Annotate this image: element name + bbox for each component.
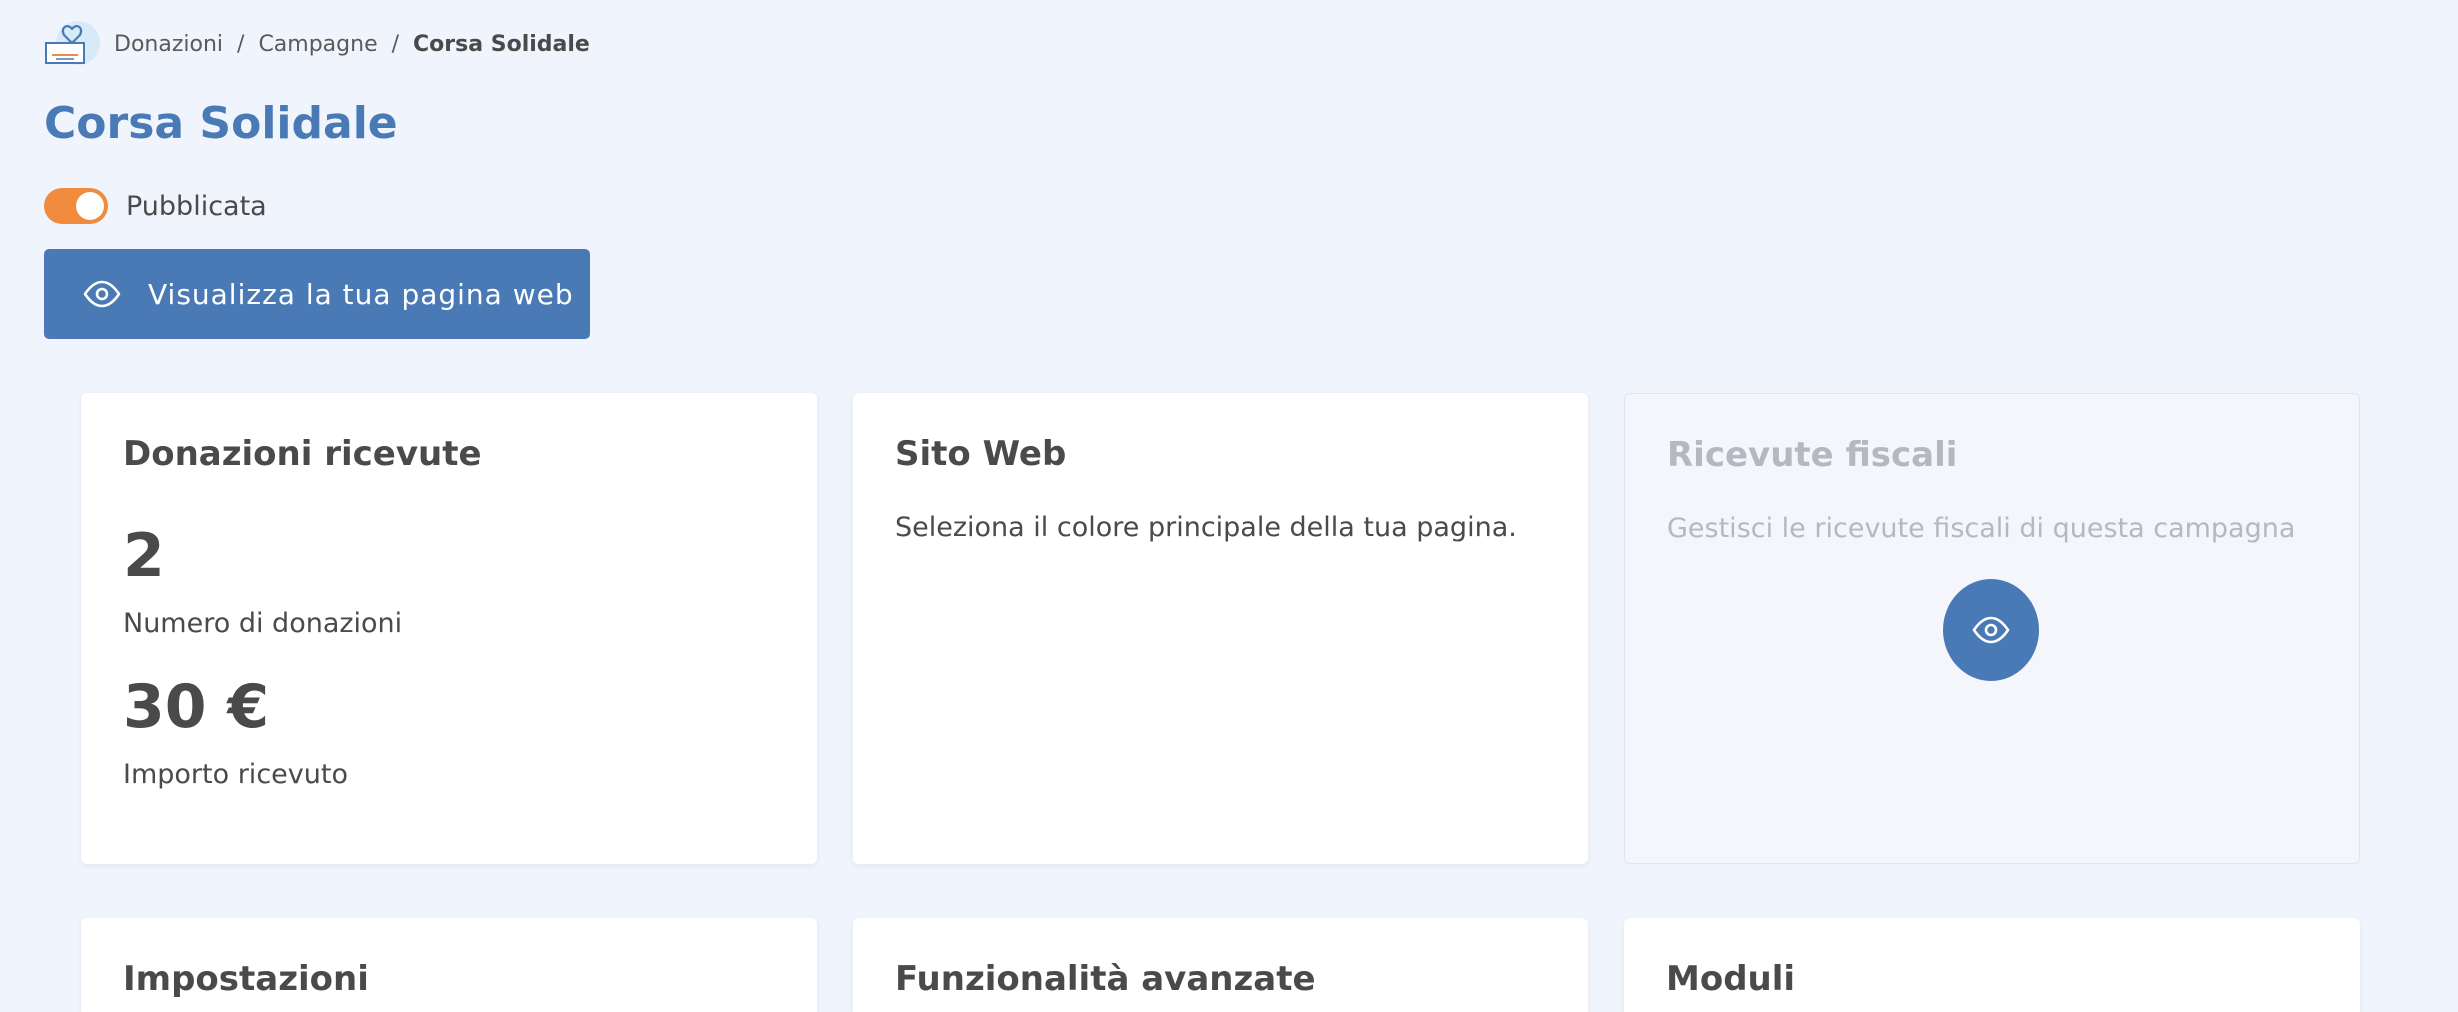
- website-card[interactable]: Sito Web Seleziona il colore principale …: [853, 393, 1588, 864]
- campaign-page: Donazioni / Campagne / Corsa Solidale Co…: [0, 0, 2458, 1012]
- publish-toggle[interactable]: [44, 188, 108, 224]
- donation-count-label: Numero di donazioni: [123, 607, 403, 639]
- toggle-knob: [76, 192, 104, 220]
- settings-card[interactable]: Impostazioni: [81, 918, 817, 1012]
- publish-label: Pubblicata: [126, 190, 267, 222]
- receipts-card-text: Gestisci le ricevute fiscali di questa c…: [1667, 512, 2296, 544]
- donation-amount-value: 30 €: [123, 671, 270, 742]
- modules-card[interactable]: Moduli: [1624, 918, 2360, 1012]
- donations-card[interactable]: Donazioni ricevute 2 Numero di donazioni…: [81, 393, 817, 864]
- settings-card-title: Impostazioni: [123, 959, 369, 999]
- breadcrumb-current: Corsa Solidale: [413, 31, 590, 57]
- website-card-title: Sito Web: [895, 434, 1067, 474]
- view-receipts-button[interactable]: [1943, 579, 2039, 681]
- eye-icon: [82, 274, 122, 314]
- breadcrumb-separator: /: [391, 31, 400, 57]
- eye-icon: [1972, 616, 2010, 644]
- donation-amount-label: Importo ricevuto: [123, 758, 348, 790]
- breadcrumb-donazioni[interactable]: Donazioni: [114, 32, 223, 57]
- view-webpage-label: Visualizza la tua pagina web: [148, 277, 574, 311]
- donation-count-value: 2: [123, 520, 165, 591]
- advanced-card-title: Funzionalità avanzate: [895, 959, 1316, 999]
- advanced-card[interactable]: Funzionalità avanzate: [853, 918, 1588, 1012]
- website-card-text: Seleziona il colore principale della tua…: [895, 511, 1517, 543]
- modules-card-title: Moduli: [1666, 959, 1796, 999]
- receipts-card: Ricevute fiscali Gestisci le ricevute fi…: [1624, 393, 2360, 864]
- breadcrumb-campagne[interactable]: Campagne: [258, 32, 377, 57]
- breadcrumb-separator: /: [237, 31, 245, 57]
- view-webpage-button[interactable]: Visualizza la tua pagina web: [44, 249, 590, 339]
- receipts-card-title: Ricevute fiscali: [1667, 435, 1958, 475]
- page-title: Corsa Solidale: [44, 98, 398, 149]
- heart-box-icon[interactable]: [44, 19, 106, 69]
- publish-toggle-row: Pubblicata: [44, 188, 267, 224]
- donations-card-title: Donazioni ricevute: [123, 434, 482, 474]
- breadcrumb: Donazioni / Campagne / Corsa Solidale: [44, 20, 590, 68]
